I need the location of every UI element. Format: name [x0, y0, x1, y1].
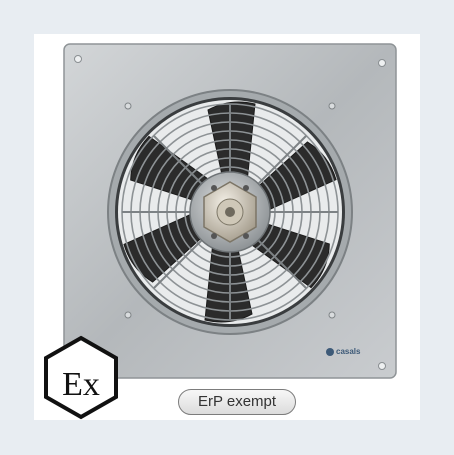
brand-logo: casals: [326, 347, 360, 356]
brand-logo-icon: [326, 347, 334, 356]
brand-name: casals: [336, 347, 361, 356]
erp-exempt-badge: ErP exempt: [178, 389, 296, 415]
ex-mark-text: Ex: [62, 366, 100, 403]
image-frame: Ex casals ErP exempt: [0, 0, 454, 455]
fan-product-image: Ex: [44, 43, 397, 420]
